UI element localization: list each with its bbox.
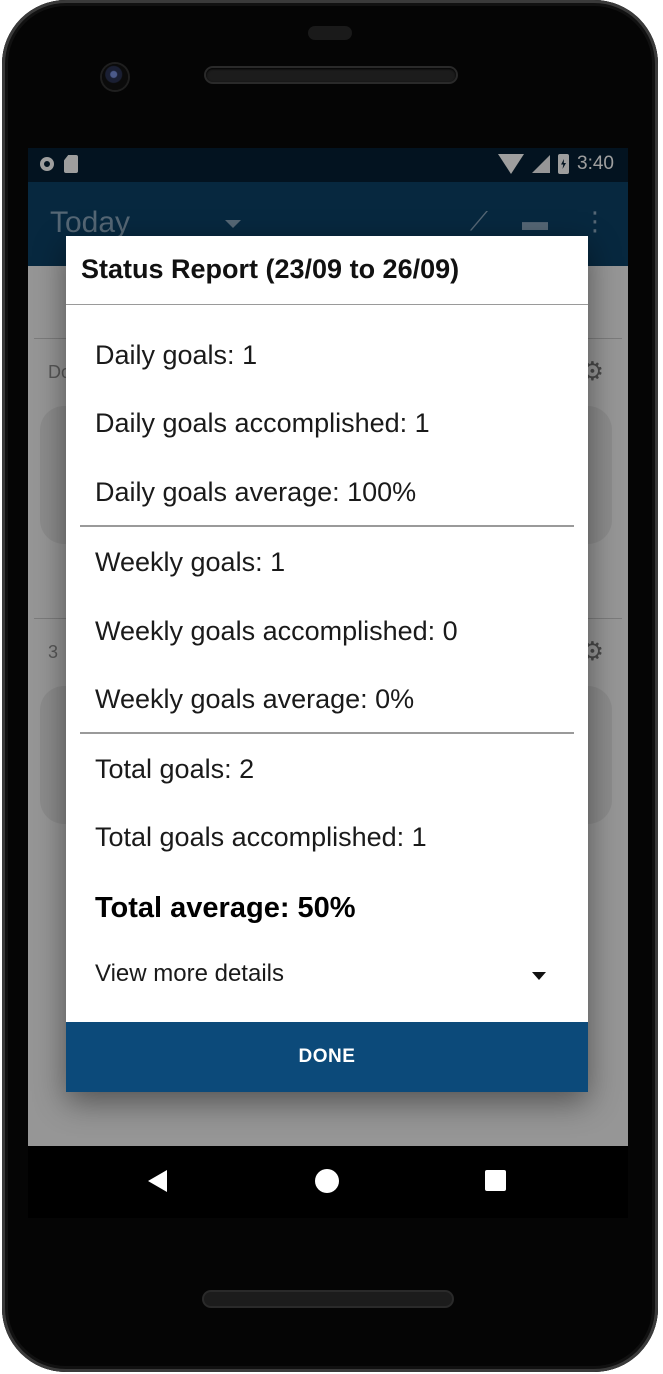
back-icon[interactable] [148, 1170, 167, 1192]
section-separator [80, 732, 574, 734]
details-label: View more details [95, 960, 284, 987]
weekly-average-text: Weekly goals average: 0% [95, 684, 415, 714]
total-average-text: Total average: 50% [95, 892, 356, 924]
daily-accomplished-text: Daily goals accomplished: 1 [95, 408, 430, 438]
screen: 3:40 Today ⟋ ▬ ⋮ Do ⚙ 3 ⚙ Status Report … [28, 148, 628, 1218]
total-accomplished-text: Total goals accomplished: 1 [95, 822, 427, 852]
navigation-bar [28, 1146, 628, 1218]
weekly-accomplished-text: Weekly goals accomplished: 0 [95, 616, 458, 646]
total-goals-text: Total goals: 2 [95, 754, 255, 784]
status-report-dialog: Status Report (23/09 to 26/09) Daily goa… [66, 236, 588, 1092]
front-camera [102, 64, 128, 90]
home-icon[interactable] [315, 1169, 339, 1193]
view-more-details-toggle[interactable]: View more details [66, 954, 588, 1000]
bottom-speaker [204, 1292, 452, 1306]
recents-icon[interactable] [485, 1170, 506, 1191]
chevron-down-icon [532, 972, 546, 980]
daily-goals-text: Daily goals: 1 [95, 340, 258, 370]
weekly-goals-text: Weekly goals: 1 [95, 547, 286, 577]
dialog-title: Status Report (23/09 to 26/09) [81, 254, 460, 284]
section-separator [80, 525, 574, 527]
done-button[interactable]: DONE [66, 1022, 588, 1092]
daily-average-text: Daily goals average: 100% [95, 477, 417, 507]
earpiece-notch [308, 26, 352, 40]
title-divider [66, 304, 588, 305]
top-speaker [206, 68, 456, 82]
